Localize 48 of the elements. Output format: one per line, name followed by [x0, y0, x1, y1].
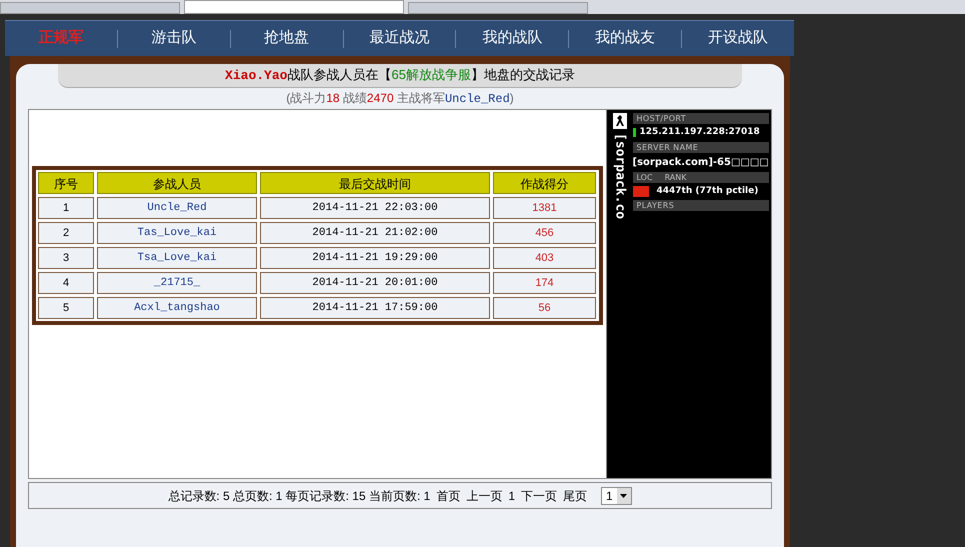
server-name: [sorpack.com]-65□□□□: [632, 156, 769, 170]
table-cell: 5: [38, 297, 94, 319]
table-cell: 403: [493, 247, 596, 269]
table-cell: 456: [493, 222, 596, 244]
player-link[interactable]: Uncle_Red: [97, 197, 257, 219]
table-cell: 56: [493, 297, 596, 319]
table-cell: 1381: [493, 197, 596, 219]
column-header: 作战得分: [493, 172, 596, 194]
player-link[interactable]: Tas_Love_kai: [97, 222, 257, 244]
table-cell: 1: [38, 197, 94, 219]
rank-text: 4447th (77th pctile): [656, 184, 758, 198]
field-label: SERVER NAME: [632, 142, 769, 152]
first-page-link[interactable]: 首页: [436, 486, 460, 504]
column-header: 最后交战时间: [260, 172, 490, 194]
table-cell: 2014-11-21 22:03:00: [260, 197, 490, 219]
table-cell: 2014-11-21 20:01:00: [260, 272, 490, 294]
column-header: 参战人员: [97, 172, 257, 194]
table-cell: 174: [493, 272, 596, 294]
prev-page-link[interactable]: 上一页: [466, 486, 502, 504]
team-stats: (战斗力 18 战绩2470 主战将军Uncle_Red): [285, 90, 515, 108]
last-page-link[interactable]: 尾页: [563, 486, 588, 504]
field-label: HOST/PORT: [632, 113, 769, 124]
table-cell: 2014-11-21 21:02:00: [260, 222, 490, 244]
page-title: Xiao.Yao战队参战人员在【65解放战争服】地盘的交战记录: [225, 66, 575, 86]
player-link[interactable]: Tsa_Love_kai: [97, 247, 257, 269]
current-page: 1: [508, 488, 516, 504]
player-link[interactable]: Acxl_tangshao: [97, 297, 257, 319]
nav-link[interactable]: 游击队: [118, 27, 230, 50]
field-label: LOC: [636, 172, 653, 182]
page-select[interactable]: 1: [601, 486, 632, 504]
nav-link[interactable]: 我的战队: [456, 27, 568, 50]
table-cell: 2: [38, 222, 94, 244]
brand-text: [sorpack.co: [612, 133, 628, 220]
table-cell: 2014-11-21 19:29:00: [260, 247, 490, 269]
table-cell: 4: [38, 272, 94, 294]
record-summary: 总记录数: 5 总页数: 1 每页记录数: 15 当前页数: 1: [168, 488, 430, 504]
column-header: 序号: [38, 172, 94, 194]
next-page-link[interactable]: 下一页: [521, 486, 558, 504]
host-address: 125.211.197.228:27018: [640, 126, 760, 139]
nav-link[interactable]: 我的战友: [569, 27, 682, 50]
table-cell: 3: [38, 247, 94, 269]
nav-link[interactable]: 抢地盘: [230, 27, 343, 50]
nav-link[interactable]: 开设战队: [682, 27, 794, 50]
player-link[interactable]: _21715_: [97, 272, 257, 294]
table-cell: 2014-11-21 17:59:00: [260, 297, 490, 319]
field-label: PLAYERS: [632, 200, 769, 211]
field-label: RANK: [664, 172, 686, 182]
nav-link[interactable]: 最近战况: [344, 27, 456, 50]
